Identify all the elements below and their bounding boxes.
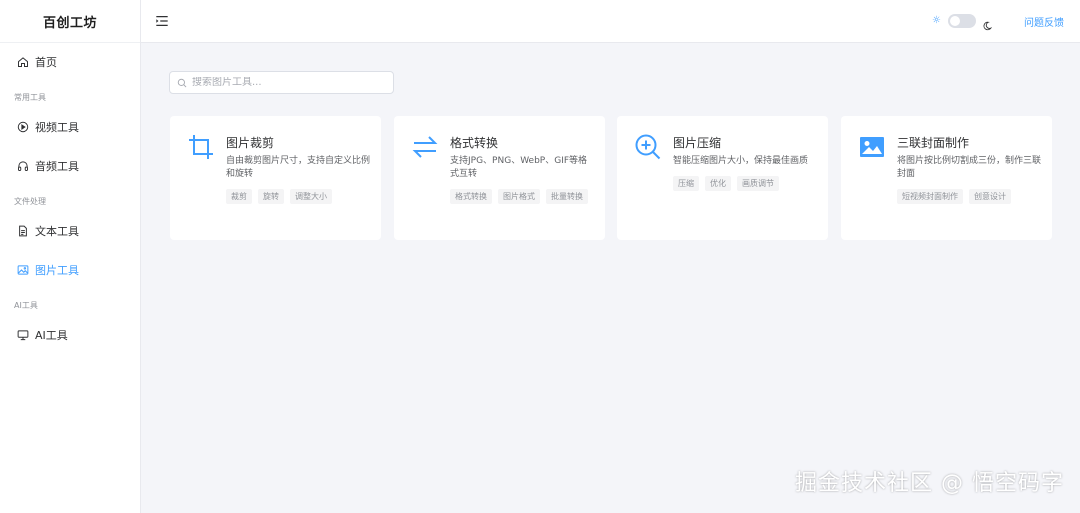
search-box [169, 71, 394, 94]
group-label-files: 文件处理 [14, 197, 46, 206]
card-title: 图片压缩 [673, 136, 722, 150]
card-title: 图片裁剪 [226, 136, 275, 150]
tool-card-convert[interactable]: 格式转换 支持JPG、PNG、WebP、GIF等格式互转 格式转换 图片格式 批… [394, 116, 605, 240]
search-input[interactable] [192, 77, 382, 88]
card-description: 将图片按比例切割成三份，制作三联封面 [897, 156, 1042, 179]
sidebar-item-label: AI工具 [35, 329, 68, 342]
switch-knob [950, 16, 960, 26]
play-circle-icon [17, 121, 29, 133]
menu-fold-icon[interactable] [155, 13, 169, 27]
tag: 旋转 [258, 189, 284, 204]
tag: 调整大小 [290, 189, 332, 204]
image-icon [858, 133, 886, 161]
sidebar-item-ai[interactable]: AI工具 [0, 317, 140, 353]
tag: 创意设计 [969, 189, 1011, 204]
group-label-ai: AI工具 [14, 301, 38, 310]
feedback-link[interactable]: 问题反馈 [1024, 14, 1064, 29]
sidebar-item-image[interactable]: 图片工具 [0, 252, 140, 288]
sidebar-item-label: 图片工具 [35, 264, 79, 277]
app-logo[interactable]: 百创工坊 [0, 0, 140, 43]
zoom-in-icon [634, 133, 662, 161]
sun-icon: ☼ [932, 15, 941, 26]
document-icon [17, 225, 29, 237]
tag: 裁剪 [226, 189, 252, 204]
sidebar-item-label: 视频工具 [35, 121, 79, 134]
picture-icon [17, 264, 29, 276]
sidebar-item-video[interactable]: 视频工具 [0, 109, 140, 145]
tag: 批量转换 [546, 189, 588, 204]
tag: 画质调节 [737, 176, 779, 191]
card-title: 格式转换 [450, 136, 499, 150]
card-tags: 压缩 优化 画质调节 [673, 176, 823, 191]
home-icon [17, 56, 29, 68]
crop-icon [187, 133, 215, 161]
tool-card-triptych[interactable]: 三联封面制作 将图片按比例切割成三份，制作三联封面 短视频封面制作 创意设计 [841, 116, 1052, 240]
sidebar-item-label: 文本工具 [35, 225, 79, 238]
sidebar-item-text[interactable]: 文本工具 [0, 213, 140, 249]
watermark: 掘金技术社区 @ 悟空码字 [795, 471, 1064, 496]
tool-card-crop[interactable]: 图片裁剪 自由裁剪图片尺寸，支持自定义比例和旋转 裁剪 旋转 调整大小 [170, 116, 381, 240]
search-icon [177, 78, 187, 87]
card-tags: 短视频封面制作 创意设计 [897, 189, 1047, 204]
top-header: ☼ 问题反馈 [141, 0, 1080, 43]
card-description: 智能压缩图片大小，保持最佳画质 [673, 156, 809, 166]
swap-icon [411, 133, 439, 161]
tag: 图片格式 [498, 189, 540, 204]
card-description: 自由裁剪图片尺寸，支持自定义比例和旋转 [226, 156, 371, 179]
card-tags: 裁剪 旋转 调整大小 [226, 189, 376, 204]
sidebar-item-label: 音频工具 [35, 160, 79, 173]
tag: 压缩 [673, 176, 699, 191]
sidebar-item-audio[interactable]: 音频工具 [0, 148, 140, 184]
sidebar-item-home[interactable]: 首页 [0, 44, 140, 80]
monitor-icon [17, 329, 29, 341]
tag: 优化 [705, 176, 731, 191]
card-title: 三联封面制作 [897, 136, 970, 150]
tag: 短视频封面制作 [897, 189, 963, 204]
tool-card-compress[interactable]: 图片压缩 智能压缩图片大小，保持最佳画质 压缩 优化 画质调节 [617, 116, 828, 240]
card-description: 支持JPG、PNG、WebP、GIF等格式互转 [450, 156, 588, 179]
card-tags: 格式转换 图片格式 批量转换 [450, 189, 600, 204]
sidebar: 百创工坊 首页 常用工具 视频工具 音频工具 文件处理 文本工具 图片工具 AI… [0, 0, 141, 513]
sidebar-item-label: 首页 [35, 56, 57, 69]
moon-icon [982, 16, 993, 31]
tag: 格式转换 [450, 189, 492, 204]
theme-switch[interactable] [948, 14, 976, 28]
group-label-common: 常用工具 [14, 93, 46, 102]
theme-toggle-group: ☼ [932, 14, 993, 31]
headphones-icon [17, 160, 29, 172]
